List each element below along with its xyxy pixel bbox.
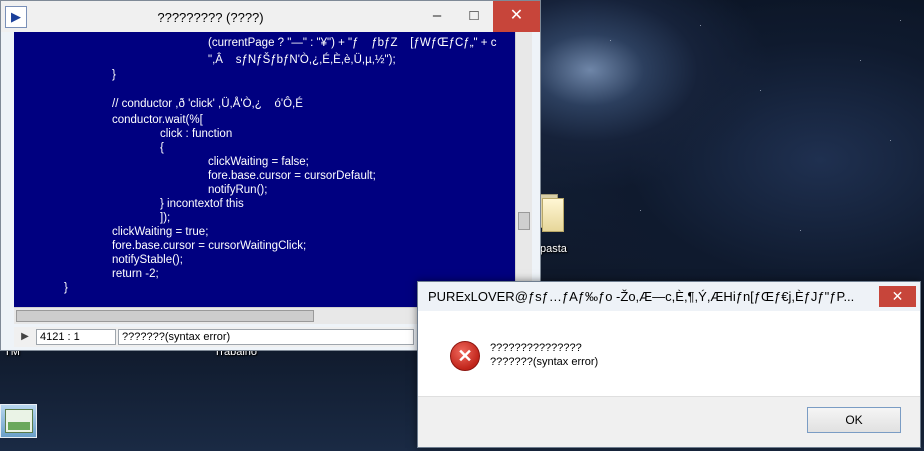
play-icon[interactable]: ▶ [18,330,32,344]
code-line: notifyStable(); [112,254,183,266]
code-line: } [112,69,116,81]
code-line: // conductor ,ð 'click' ,Ü,Å'Ò,¿ ó'Ô,É [112,98,303,110]
editor-titlebar[interactable]: ▶ ????????? (????) – □ ✕ [1,1,540,32]
code-line: click : function [160,128,233,140]
code-line: clickWaiting = false; [208,156,309,168]
code-line: { [160,142,164,154]
dialog-body: ✕ ??????????????? ???????(syntax error) [418,311,920,396]
dialog-message-line2: ???????(syntax error) [490,356,599,368]
ok-button[interactable]: OK [807,407,901,433]
code-line: conductor.wait(%[ [112,114,203,126]
code-line: fore.base.cursor = cursorDefault; [208,170,376,182]
code-line: (currentPage ? "—" : "¥") + "ƒ ƒbƒZ [ƒWƒ… [208,37,497,49]
code-editor[interactable]: (currentPage ? "—" : "¥") + "ƒ ƒbƒZ [ƒWƒ… [14,32,515,307]
dialog-title: PURExLOVER@ƒsƒ…ƒAƒ‰ƒo -Žo,Æ—c,È,¶,Ý,ÆHiƒ… [428,289,855,304]
dialog-close-button[interactable]: ✕ [879,286,916,307]
code-line: } incontextof this [160,198,244,210]
code-line: fore.base.cursor = cursorWaitingClick; [112,240,307,252]
dialog-titlebar[interactable]: PURExLOVER@ƒsƒ…ƒAƒ‰ƒo -Žo,Æ—c,È,¶,Ý,ÆHiƒ… [418,282,920,311]
error-dialog: PURExLOVER@ƒsƒ…ƒAƒ‰ƒo -Žo,Æ—c,È,¶,Ý,ÆHiƒ… [417,281,921,448]
dialog-message-line1: ??????????????? [490,342,582,354]
scroll-thumb[interactable] [518,212,530,230]
code-line: } [64,282,68,294]
desktop-image-icon[interactable] [0,404,37,438]
cursor-position: 4121 : 1 [36,329,116,345]
status-message: ???????(syntax error) [118,329,414,345]
code-line: clickWaiting = true; [112,226,209,238]
status-bar: ▶ 4121 : 1 ???????(syntax error) [14,327,414,347]
scroll-thumb[interactable] [16,310,314,322]
dialog-footer: OK [418,396,920,447]
vertical-scrollbar[interactable] [515,32,532,307]
close-button[interactable]: ✕ [493,1,540,32]
error-icon: ✕ [450,341,480,371]
maximize-button[interactable]: □ [455,1,493,32]
editor-title: ????????? (????) [157,10,264,25]
desktop-label-pasta[interactable]: pasta [540,243,567,255]
minimize-button[interactable]: – [418,1,456,32]
code-line: ",Â sƒNƒŠƒbƒN'Ò,¿,É,È,è,Ü,µ,½"); [208,54,396,66]
code-line: ]); [160,212,171,224]
code-line: return -2; [112,268,159,280]
code-line: notifyRun(); [208,184,268,196]
